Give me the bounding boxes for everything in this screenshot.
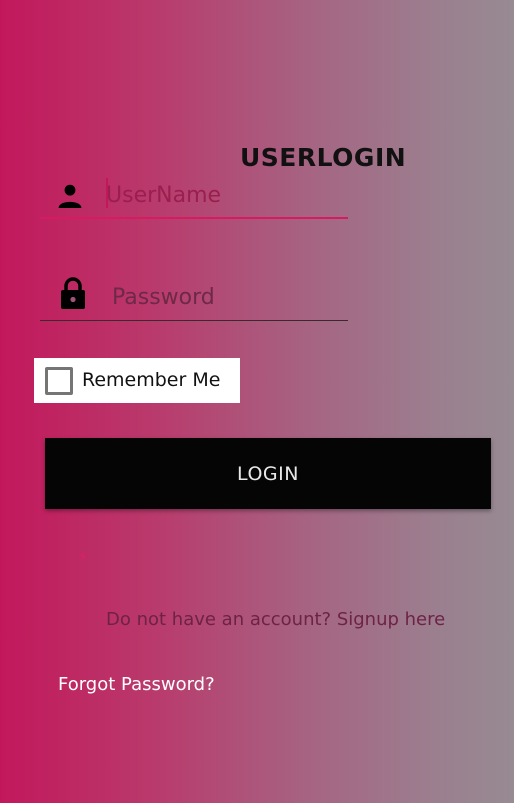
page-title: USERLOGIN [240,143,407,172]
username-underline [40,217,348,219]
person-icon [58,184,82,208]
password-underline [40,320,348,321]
password-input[interactable] [110,278,340,316]
forgot-password-link[interactable]: Forgot Password? [58,674,215,695]
signup-link[interactable]: Do not have an account? Signup here [106,609,445,630]
login-button[interactable]: LOGIN [45,438,491,509]
remember-me-checkbox[interactable] [45,367,73,395]
username-input[interactable] [104,176,344,214]
lock-icon [61,277,85,309]
remember-me-label[interactable]: Remember Me [82,369,220,391]
text-cursor [106,178,108,208]
decorative-mark: ˢ [80,549,86,568]
